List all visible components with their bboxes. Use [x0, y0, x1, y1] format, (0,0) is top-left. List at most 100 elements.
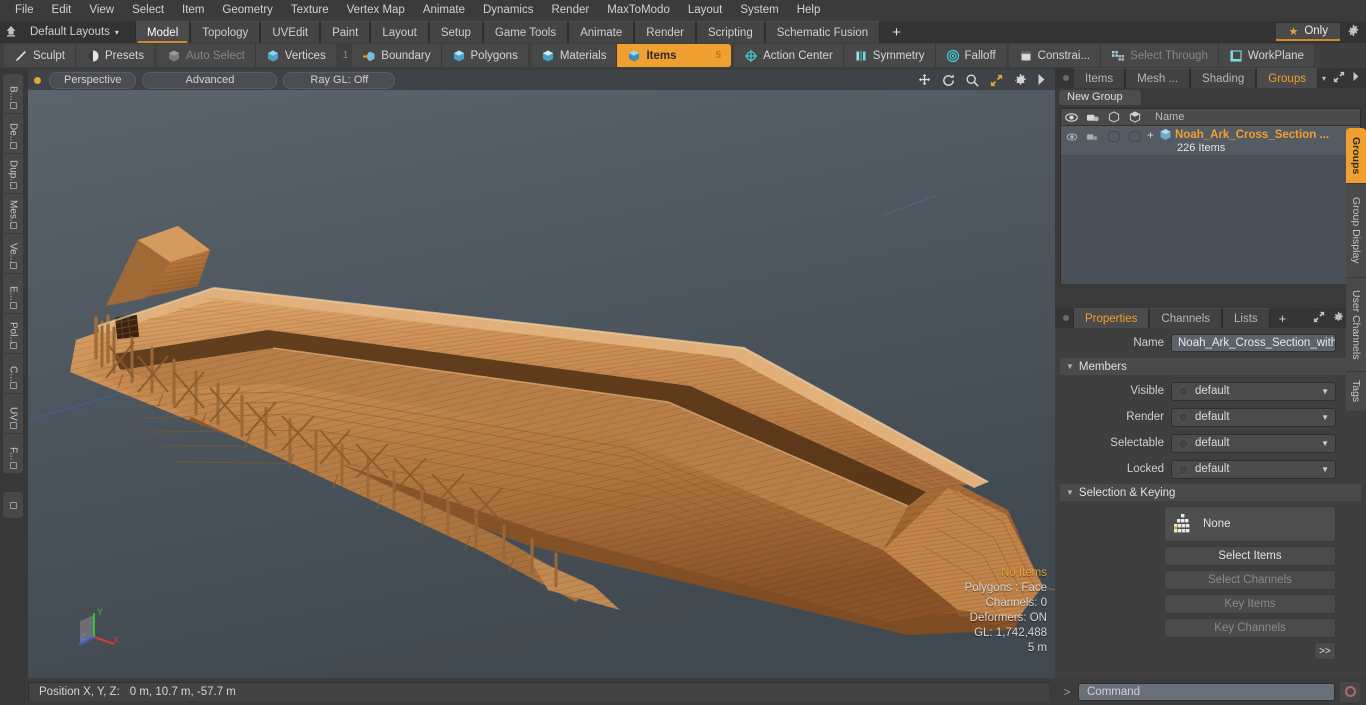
constraints-button[interactable]: Constrai... — [1008, 44, 1102, 67]
workplane-button[interactable]: WorkPlane — [1218, 44, 1314, 67]
selectable-dropdown[interactable]: default ▼ — [1171, 433, 1336, 453]
new-group-button[interactable]: New Group — [1059, 89, 1141, 105]
action-center-button[interactable]: Action Center — [734, 44, 844, 67]
right-tab-groups[interactable]: Groups — [1346, 128, 1366, 184]
falloff-button[interactable]: Falloff — [935, 44, 1006, 67]
gear-icon[interactable] — [1013, 73, 1028, 88]
left-tab-polygon[interactable]: Pol... — [3, 314, 23, 354]
cube-solid-icon[interactable] — [1124, 111, 1145, 123]
right-tab-group-display[interactable]: Group Display — [1346, 184, 1366, 278]
chevron-down-icon[interactable]: ▾ — [1322, 74, 1326, 83]
tab-game-tools[interactable]: Game Tools — [482, 21, 569, 43]
tab-paint[interactable]: Paint — [320, 21, 371, 43]
tab-lists[interactable]: Lists — [1222, 308, 1270, 328]
selection-keying-section-header[interactable]: ▼ Selection & Keying — [1060, 484, 1361, 501]
viewport-raygl-toggle[interactable]: Ray GL: Off — [283, 71, 396, 89]
tab-model[interactable]: Model — [134, 21, 191, 43]
expand-icon[interactable] — [989, 73, 1004, 88]
properties-panel-dot[interactable] — [1059, 308, 1073, 328]
tab-uvedit[interactable]: UVEdit — [260, 21, 321, 43]
tab-render[interactable]: Render — [634, 21, 696, 43]
left-tab-mesh-edit[interactable]: Mes... — [3, 194, 23, 234]
rotate-icon[interactable] — [941, 73, 956, 88]
table-row[interactable]: + Noah_Ark_Cross_Section ... 226 Items — [1061, 126, 1360, 156]
play-icon[interactable] — [1037, 73, 1046, 88]
polygons-button[interactable]: Polygons — [441, 44, 528, 67]
panel-tab-shading[interactable]: Shading — [1190, 68, 1257, 88]
record-icon[interactable] — [1340, 681, 1360, 702]
move-icon[interactable] — [917, 73, 932, 88]
select-channels-button[interactable]: Select Channels — [1164, 570, 1336, 590]
panel-tab-mesh[interactable]: Mesh ... — [1125, 68, 1191, 88]
home-icon[interactable] — [0, 25, 22, 40]
menu-item-select[interactable]: Select — [123, 1, 173, 20]
expand-icon[interactable] — [1333, 71, 1345, 85]
select-items-button[interactable]: Select Items — [1164, 546, 1336, 566]
menu-item-edit[interactable]: Edit — [43, 1, 81, 20]
visible-dropdown[interactable]: default ▼ — [1171, 381, 1336, 401]
left-tab-basic[interactable]: B... — [3, 74, 23, 114]
viewport-view-mode[interactable]: Perspective — [49, 71, 137, 89]
panel-tab-groups[interactable]: Groups — [1256, 68, 1318, 88]
tab-properties[interactable]: Properties — [1073, 308, 1150, 328]
members-section-header[interactable]: ▼ Members — [1060, 358, 1361, 375]
left-tab-curve[interactable]: C... — [3, 354, 23, 394]
menu-item-maxtomodo[interactable]: MaxToModo — [598, 1, 679, 20]
menu-item-animate[interactable]: Animate — [414, 1, 474, 20]
vertices-button[interactable]: Vertices — [255, 44, 336, 67]
3d-viewport[interactable]: Perspective Advanced Ray GL: Off No Item… — [28, 70, 1055, 678]
tree-expander[interactable]: + — [1147, 128, 1156, 142]
items-button[interactable]: Items 5 — [617, 44, 732, 67]
gear-icon[interactable] — [1332, 311, 1345, 325]
menu-item-render[interactable]: Render — [542, 1, 598, 20]
presets-button[interactable]: Presets — [75, 44, 154, 67]
menu-item-layout[interactable]: Layout — [679, 1, 732, 20]
cube-outline-icon[interactable] — [1103, 111, 1124, 123]
viewport-shading-mode[interactable]: Advanced — [142, 71, 278, 89]
left-tab-fusion[interactable]: F... — [3, 434, 23, 474]
symmetry-button[interactable]: Symmetry — [843, 44, 936, 67]
tab-schematic-fusion[interactable]: Schematic Fusion — [764, 21, 881, 43]
only-toggle-button[interactable]: ★ Only — [1276, 23, 1340, 41]
selection-mode-button[interactable]: None — [1164, 506, 1336, 542]
menu-item-vertex-map[interactable]: Vertex Map — [338, 1, 414, 20]
menu-item-dynamics[interactable]: Dynamics — [474, 1, 542, 20]
select-through-button[interactable]: Select Through — [1101, 44, 1219, 67]
panel-tab-items[interactable]: Items — [1073, 68, 1126, 88]
left-tab-duplicate[interactable]: Dup... — [3, 154, 23, 194]
sculpt-button[interactable]: Sculpt — [4, 44, 76, 67]
tab-animate[interactable]: Animate — [568, 21, 635, 43]
menu-item-help[interactable]: Help — [788, 1, 830, 20]
more-button[interactable]: >> — [1314, 642, 1336, 660]
left-tab-deform[interactable]: De... — [3, 114, 23, 154]
tab-topology[interactable]: Topology — [190, 21, 261, 43]
key-channels-button[interactable]: Key Channels — [1164, 618, 1336, 638]
toggle-circle-icon[interactable] — [1178, 463, 1189, 475]
key-items-button[interactable]: Key Items — [1164, 594, 1336, 614]
eye-icon[interactable] — [1061, 112, 1082, 123]
menu-item-geometry[interactable]: Geometry — [213, 1, 282, 20]
tab-channels[interactable]: Channels — [1149, 308, 1223, 328]
layout-preset-dropdown[interactable]: Default Layouts ▾ — [22, 26, 127, 38]
left-tab-extra[interactable] — [3, 492, 23, 518]
right-tab-user-channels[interactable]: User Channels — [1346, 278, 1366, 372]
command-input[interactable]: Command — [1078, 682, 1335, 701]
boundary-button[interactable]: Boundary — [352, 44, 442, 67]
expand-icon[interactable] — [1313, 311, 1325, 325]
play-icon[interactable] — [1352, 71, 1360, 85]
gear-icon[interactable] — [1340, 24, 1366, 40]
menu-item-system[interactable]: System — [731, 1, 787, 20]
add-tab-button[interactable]: + — [880, 21, 913, 43]
viewport-active-dot[interactable] — [34, 76, 41, 84]
locked-dropdown[interactable]: default ▼ — [1171, 459, 1336, 479]
tab-setup[interactable]: Setup — [428, 21, 483, 43]
viewport-canvas[interactable]: No Items Polygons : Face Channels: 0 Def… — [28, 90, 1055, 678]
properties-add-tab[interactable]: + — [1270, 308, 1296, 328]
toggle-circle-icon[interactable] — [1178, 385, 1189, 397]
zoom-icon[interactable] — [965, 73, 980, 88]
materials-button[interactable]: Materials — [530, 44, 618, 67]
left-tab-edge[interactable]: E... — [3, 274, 23, 314]
row-visible-toggle[interactable] — [1061, 128, 1082, 145]
row-render-toggle[interactable] — [1082, 128, 1103, 145]
tree-empty-area[interactable] — [1061, 156, 1360, 284]
